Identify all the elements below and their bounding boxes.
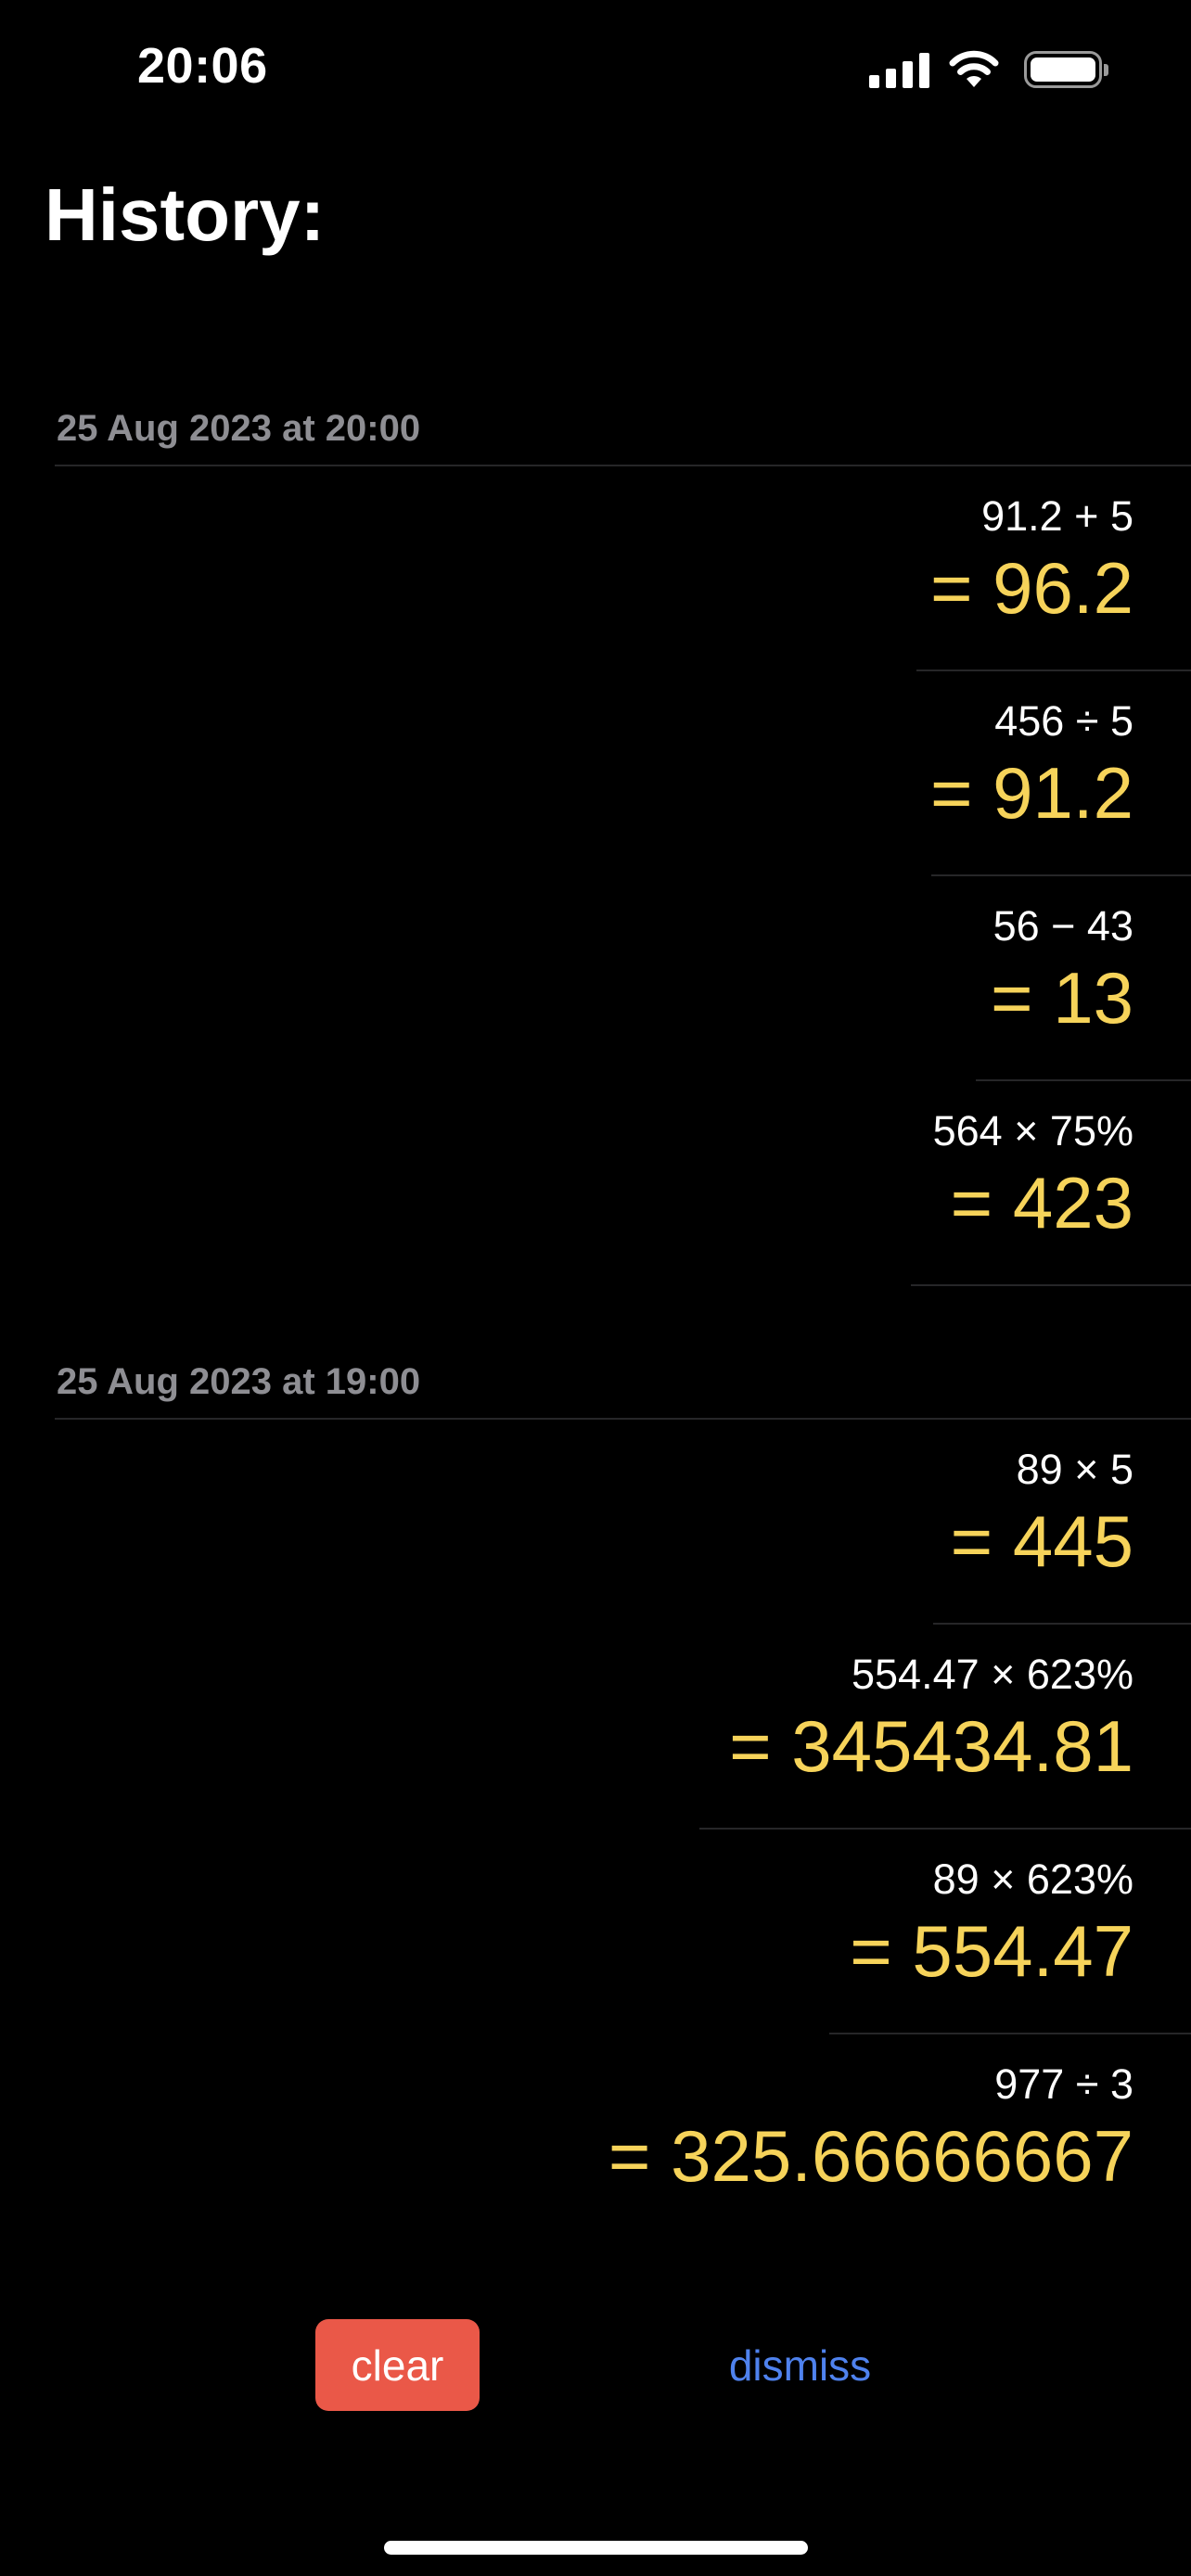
history-entry[interactable]: 554.47 × 623% = 345434.81 xyxy=(699,1625,1191,1830)
entry-expression: 91.2 + 5 xyxy=(981,492,1133,540)
entry-expression: 554.47 × 623% xyxy=(851,1651,1133,1698)
status-time: 20:06 xyxy=(137,38,268,94)
entry-expression: 89 × 5 xyxy=(1016,1446,1133,1493)
entry-expression: 977 ÷ 3 xyxy=(994,2060,1133,2108)
section-header: 25 Aug 2023 at 20:00 xyxy=(57,408,421,449)
cellular-signal-icon xyxy=(869,51,929,88)
history-entry[interactable]: 89 × 623% = 554.47 xyxy=(829,1830,1191,2034)
history-entry[interactable]: 56 − 43 = 13 xyxy=(976,876,1191,1081)
entry-result: = 13 xyxy=(991,957,1133,1039)
entry-result: = 554.47 xyxy=(850,1910,1133,1992)
battery-icon xyxy=(1024,51,1108,88)
dismiss-button[interactable]: dismiss xyxy=(705,2319,895,2411)
history-entry[interactable]: 91.2 + 5 = 96.2 xyxy=(916,466,1191,671)
entry-expression: 89 × 623% xyxy=(932,1855,1133,1903)
entry-result: = 345434.81 xyxy=(729,1705,1133,1787)
history-entry[interactable]: 89 × 5 = 445 xyxy=(933,1420,1191,1625)
entry-divider xyxy=(911,1284,1191,1286)
history-entry[interactable]: 456 ÷ 5 = 91.2 xyxy=(929,671,1191,876)
history-entry[interactable]: 564 × 75% = 423 xyxy=(911,1081,1191,1286)
history-entry[interactable]: 977 ÷ 3 = 325.66666667 xyxy=(538,2034,1191,2239)
entry-result: = 423 xyxy=(950,1162,1133,1243)
entry-expression: 456 ÷ 5 xyxy=(994,697,1133,745)
wifi-icon xyxy=(949,50,999,87)
clear-button[interactable]: clear xyxy=(315,2319,480,2411)
entry-expression: 564 × 75% xyxy=(932,1107,1133,1154)
status-icons xyxy=(869,46,1108,93)
entry-result: = 445 xyxy=(950,1500,1133,1582)
section-header: 25 Aug 2023 at 19:00 xyxy=(57,1361,421,1402)
home-indicator[interactable] xyxy=(384,2541,808,2555)
entry-result: = 325.66666667 xyxy=(608,2115,1133,2197)
entry-result: = 96.2 xyxy=(929,547,1133,629)
entry-expression: 56 − 43 xyxy=(992,902,1133,950)
page-title: History: xyxy=(45,173,326,256)
entry-result: = 91.2 xyxy=(929,752,1133,834)
